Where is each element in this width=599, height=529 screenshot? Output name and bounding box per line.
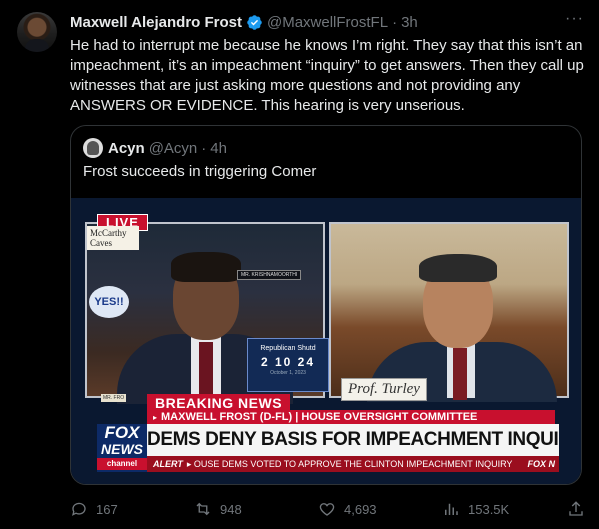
reply-icon bbox=[71, 502, 86, 516]
like-count: 4,693 bbox=[344, 501, 377, 517]
chyron-headline: DEMS DENY BASIS FOR IMPEACHMENT INQUIRY … bbox=[147, 424, 559, 456]
alert-text: OUSE DEMS VOTED TO APPROVE THE CLINTON I… bbox=[193, 459, 513, 469]
heart-icon bbox=[319, 503, 335, 516]
author-avatar[interactable] bbox=[17, 12, 57, 52]
tweet-header: Maxwell Alejandro Frost @MaxwellFrostFL … bbox=[70, 12, 418, 32]
like-button[interactable]: 4,693 bbox=[318, 498, 377, 520]
more-options-icon[interactable]: ··· bbox=[565, 10, 584, 28]
quoted-tweet[interactable]: Acyn @Acyn · 4h Frost succeeds in trigge… bbox=[70, 125, 582, 485]
tweet-text: He had to interrupt me because he knows … bbox=[70, 37, 584, 114]
speaker-left-hair bbox=[171, 252, 241, 282]
alert-label: ALERT bbox=[153, 459, 183, 469]
separator-dot: · bbox=[392, 13, 398, 31]
quoted-separator-dot: · bbox=[201, 139, 207, 157]
countdown-date: October 1, 2023 bbox=[270, 370, 306, 376]
views-button[interactable]: 153.5K bbox=[442, 498, 509, 520]
reply-count: 167 bbox=[96, 501, 118, 517]
yes-sign: YES!! bbox=[89, 286, 129, 318]
quoted-author-avatar bbox=[83, 138, 103, 158]
reply-button[interactable]: 167 bbox=[70, 498, 118, 520]
countdown-title: Republican Shutd bbox=[260, 345, 316, 352]
alert-ticker: ALERT ▸ OUSE DEMS VOTED TO APPROVE THE CL… bbox=[147, 456, 559, 472]
speaker-right-hair bbox=[419, 254, 497, 282]
quoted-author-handle: @Acyn bbox=[148, 139, 198, 157]
repost-count: 948 bbox=[220, 501, 242, 517]
analytics-icon bbox=[445, 503, 458, 515]
left-bottom-card: MR. FRO bbox=[101, 394, 127, 402]
verified-badge-icon bbox=[247, 14, 262, 30]
quoted-author-name: Acyn bbox=[108, 139, 145, 157]
alert-arrow-icon: ▸ bbox=[186, 459, 194, 469]
quoted-tweet-text: Frost succeeds in triggering Comer bbox=[83, 163, 317, 180]
chyron-subline-text: MAXWELL FROST (D-FL) | HOUSE OVERSIGHT C… bbox=[161, 411, 478, 423]
logo-line-news: NEWS bbox=[101, 441, 143, 457]
logo-line-channel: channel bbox=[97, 458, 147, 470]
speaker-left-tie bbox=[199, 342, 213, 398]
share-button[interactable] bbox=[567, 498, 593, 520]
chyron-arrow-icon: ▸ bbox=[153, 413, 158, 422]
sign-text: McCarthy Caves bbox=[87, 226, 139, 250]
countdown-screen: Republican Shutd 2 10 24 October 1, 2023 bbox=[247, 338, 329, 392]
author-name[interactable]: Maxwell Alejandro Frost bbox=[70, 14, 242, 31]
repost-button[interactable]: 948 bbox=[194, 498, 242, 520]
left-namecard: MR. KRISHNAMOORTHI bbox=[237, 270, 302, 280]
quoted-timestamp: 4h bbox=[210, 139, 227, 157]
speaker-right-tie bbox=[453, 348, 467, 400]
right-namecard: Prof. Turley bbox=[341, 378, 427, 401]
fox-news-logo: FOX NEWS channel bbox=[97, 424, 147, 472]
video-right-panel bbox=[329, 222, 569, 402]
tweet-timestamp[interactable]: 3h bbox=[401, 14, 418, 31]
view-count: 153.5K bbox=[468, 501, 510, 517]
share-icon bbox=[569, 501, 583, 516]
chyron-subline: ▸ MAXWELL FROST (D-FL) | HOUSE OVERSIGHT … bbox=[147, 410, 555, 424]
alert-logo-text: FOX N bbox=[527, 459, 555, 469]
logo-line-fox: FOX bbox=[104, 423, 140, 442]
author-handle[interactable]: @MaxwellFrostFL bbox=[267, 14, 388, 31]
video-player[interactable]: LIVE McCarthy Caves YES!! MR. KRISHNAMOO… bbox=[71, 198, 581, 484]
repost-icon bbox=[196, 502, 210, 516]
countdown-numbers: 2 10 24 bbox=[260, 355, 316, 369]
tweet-actions: 167 948 4,693 153.5K bbox=[70, 498, 585, 520]
quoted-tweet-header: Acyn @Acyn · 4h bbox=[83, 138, 227, 158]
